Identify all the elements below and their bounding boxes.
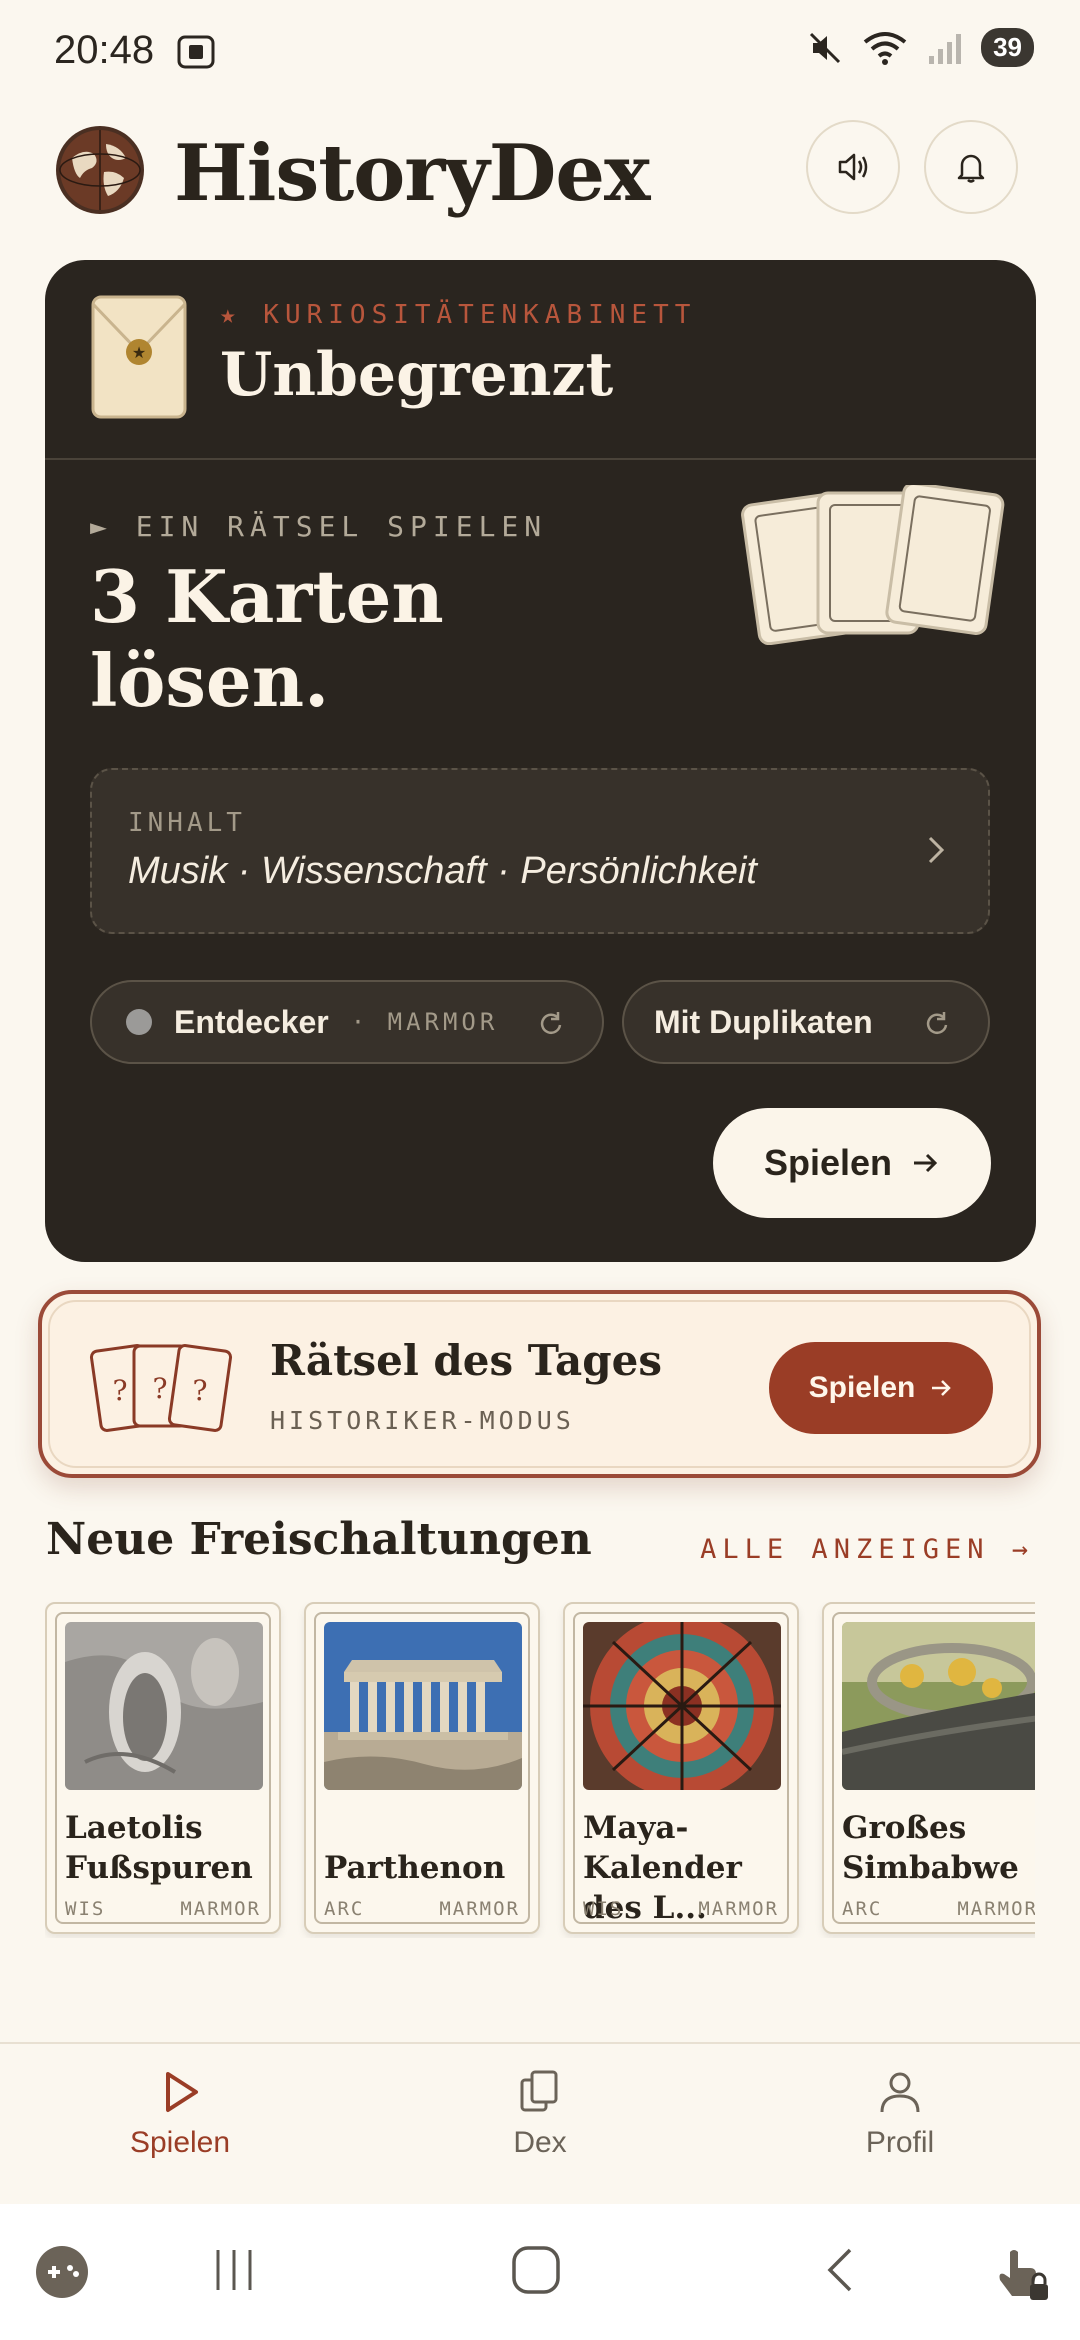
daily-play-button[interactable]: Spielen [769, 1342, 993, 1434]
mode-title: Unbegrenzt [220, 340, 614, 410]
person-icon [880, 2072, 920, 2113]
touch-lock-icon[interactable] [992, 2244, 1052, 2304]
unlock-card[interactable]: Maya-Kalender des L... WIS MARMOR [563, 1602, 799, 1934]
parthenon-image [324, 1622, 522, 1790]
content-label: INHALT [128, 808, 246, 838]
signal-icon [929, 33, 962, 64]
unlock-meta: ARC MARMOR [842, 1898, 1035, 1920]
app-title: HistoryDex [174, 128, 650, 219]
home-icon[interactable] [510, 2244, 562, 2296]
unlock-rarity: MARMOR [180, 1898, 261, 1920]
unlock-meta: WIS MARMOR [65, 1898, 261, 1920]
nav-spielen[interactable]: Spielen [80, 2068, 280, 2160]
level-label: Entdecker [174, 1003, 329, 1040]
card-mark: ? [152, 1372, 167, 1405]
content-selector[interactable]: INHALT Musik · Wissenschaft · Persönlich… [90, 768, 990, 934]
play-button[interactable]: Spielen [713, 1108, 991, 1218]
unlock-tag: ARC [842, 1898, 883, 1920]
mode-label: ★ KURIOSITÄTENKABINETT [220, 300, 697, 330]
refresh-icon [540, 1012, 562, 1034]
great-zimbabwe-image [842, 1622, 1035, 1790]
unlock-tag: WIS [583, 1898, 624, 1920]
daily-play-label: Spielen [808, 1371, 916, 1404]
game-controller-icon[interactable] [34, 2244, 90, 2300]
divider [45, 458, 1036, 460]
notifications-button[interactable] [924, 120, 1018, 214]
wifi-icon [863, 31, 907, 65]
content-value: Musik · Wissenschaft · Persönlichkeit [128, 850, 757, 892]
unlock-rarity: MARMOR [439, 1898, 520, 1920]
question-cards-icon: ? ? ? [89, 1344, 233, 1432]
sound-button[interactable] [806, 120, 900, 214]
card-frame: Maya-Kalender des L... WIS MARMOR [573, 1612, 789, 1926]
unlock-meta: WIS MARMOR [583, 1898, 779, 1920]
footprints-image [65, 1622, 263, 1790]
unlocks-title: Neue Freischaltungen [46, 1514, 592, 1565]
bell-icon [957, 154, 985, 183]
play-hint: ► EIN RÄTSEL SPIELEN [90, 510, 548, 543]
unlock-rarity: MARMOR [698, 1898, 779, 1920]
mode-card: ★ ★ KURIOSITÄTENKABINETT Unbegrenzt ► EI… [45, 260, 1036, 1262]
refresh-icon [926, 1012, 948, 1034]
arrow-right-icon [932, 1380, 952, 1396]
card-mark: ? [192, 1374, 207, 1407]
nav-label: Spielen [129, 2126, 231, 2159]
system-nav-bar [0, 2204, 1080, 2340]
svg-text:★: ★ [132, 345, 146, 362]
speaker-icon [838, 153, 868, 181]
maya-calendar-image [583, 1622, 781, 1790]
daily-puzzle-card[interactable]: ? ? ? Rätsel des Tages HISTORIKER-MODUS … [38, 1290, 1041, 1478]
unlock-card[interactable]: Großes Simbabwe ARC MARMOR [822, 1602, 1035, 1934]
nav-label: Profil [865, 2126, 935, 2159]
mode-headline: 3 Karten lösen. [90, 554, 444, 723]
nav-profil[interactable]: Profil [800, 2068, 1000, 2160]
play-button-label: Spielen [763, 1142, 893, 1183]
status-icons: 39 [807, 28, 1034, 67]
battery-icon: 39 [981, 28, 1034, 67]
card-mark: ? [112, 1374, 127, 1407]
card-frame: Parthenon ARC MARMOR [314, 1612, 530, 1924]
chevron-right-icon [928, 836, 945, 864]
status-time: 20:48 [54, 28, 155, 72]
unlock-name: Laetolis Fußspuren [65, 1810, 253, 1886]
level-pill[interactable]: Entdecker · MARMOR [90, 980, 604, 1064]
unlock-card[interactable]: Parthenon ARC MARMOR [304, 1602, 540, 1934]
envelope-icon: ★ [91, 295, 187, 419]
arrow-right-icon [914, 1153, 938, 1173]
duplicates-label: Mit Duplikaten [654, 1003, 873, 1040]
unlock-meta: ARC MARMOR [324, 1898, 520, 1920]
back-icon[interactable] [820, 2244, 860, 2296]
app-header: HistoryDex [54, 118, 1026, 228]
nav-label: Dex [513, 2126, 567, 2159]
card-frame: Großes Simbabwe ARC MARMOR [832, 1612, 1035, 1924]
unlock-card[interactable]: Laetolis Fußspuren WIS MARMOR [45, 1602, 281, 1934]
bottom-nav: Spielen Dex Profil [0, 2042, 1080, 2202]
recent-apps-icon[interactable] [210, 2244, 258, 2296]
unlock-tag: WIS [65, 1898, 106, 1920]
nav-dex[interactable]: Dex [440, 2068, 640, 2160]
show-all-link[interactable]: ALLE ANZEIGEN → [700, 1534, 1034, 1565]
card-frame: Laetolis Fußspuren WIS MARMOR [55, 1612, 271, 1924]
play-icon [166, 2072, 198, 2112]
unlock-name: Großes Simbabwe [842, 1810, 1019, 1886]
mute-icon [810, 32, 841, 63]
screenshot-icon [177, 35, 215, 69]
cards-illustration [741, 485, 1005, 645]
globe-logo [56, 126, 144, 214]
unlocks-carousel[interactable]: Laetolis Fußspuren WIS MARMOR Parthenon … [45, 1602, 1035, 1938]
daily-title: Rätsel des Tages [270, 1336, 662, 1385]
status-bar: 20:48 39 [0, 0, 1080, 110]
duplicates-pill[interactable]: Mit Duplikaten [622, 980, 990, 1064]
cards-icon [520, 2070, 558, 2112]
unlock-tag: ARC [324, 1898, 365, 1920]
unlock-name: Parthenon [324, 1850, 506, 1886]
daily-subtitle: HISTORIKER-MODUS [270, 1406, 575, 1435]
level-sub: · MARMOR [350, 1008, 499, 1036]
level-dot [126, 1009, 152, 1035]
unlock-rarity: MARMOR [957, 1898, 1035, 1920]
